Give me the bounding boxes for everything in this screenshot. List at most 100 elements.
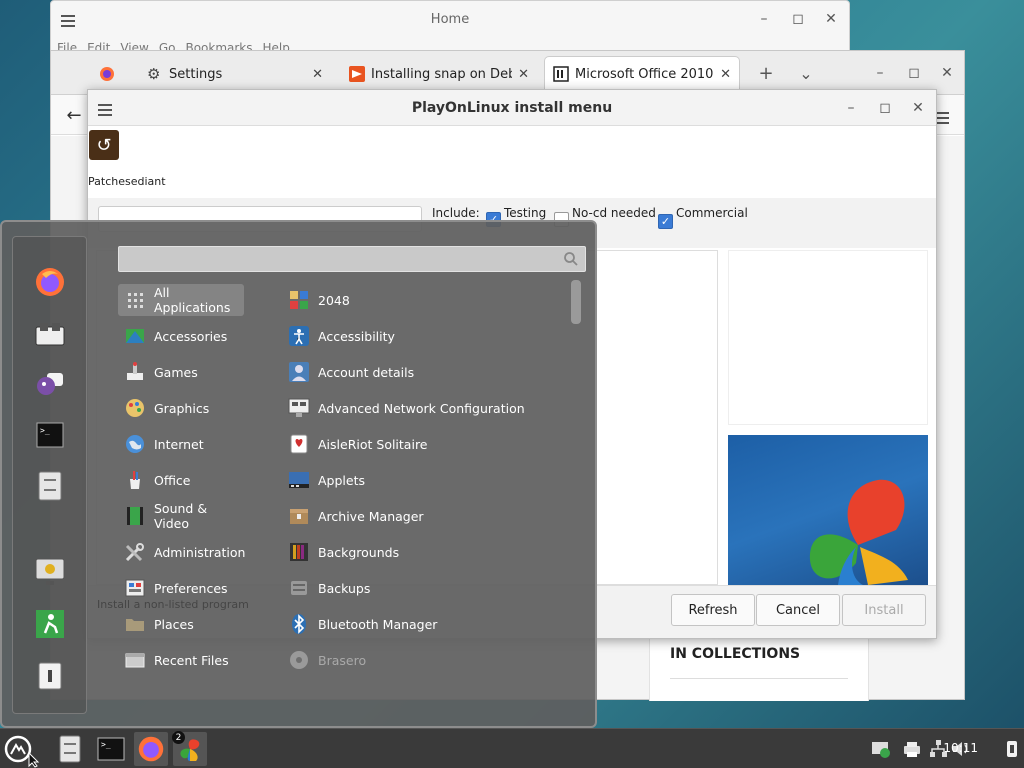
close-button[interactable]: ✕ (903, 90, 933, 126)
tools-icon (125, 543, 144, 562)
close-button[interactable]: ✕ (816, 1, 846, 37)
brasero-icon (290, 651, 308, 669)
application-menu: >_ All Applications Accessories Games Gr… (0, 220, 597, 728)
close-tab-icon[interactable]: ✕ (312, 67, 323, 82)
category-sound-video[interactable]: Sound & Video (118, 500, 244, 532)
tab-list-button[interactable]: ⌄ (791, 55, 821, 91)
cancel-button[interactable]: Cancel (756, 594, 840, 626)
patches-label: Patchesediant (88, 175, 166, 188)
software-manager-icon (35, 323, 65, 346)
accessibility-icon (289, 326, 309, 346)
app-label: 2048 (318, 292, 350, 308)
favorite-pidgin[interactable] (33, 367, 67, 401)
close-tab-icon[interactable]: ✕ (720, 67, 731, 82)
new-tab-button[interactable]: + (751, 55, 781, 91)
firefox-icon (138, 736, 164, 762)
tab-label: Installing snap on Debian (371, 66, 512, 82)
tab-snap-debian[interactable]: Installing snap on Debian ✕ (341, 57, 537, 91)
favorite-firefox[interactable] (33, 265, 67, 299)
category-graphics[interactable]: Graphics (118, 392, 244, 424)
maximize-button[interactable]: ◻ (783, 1, 813, 37)
maximize-button[interactable]: ◻ (899, 55, 929, 91)
favorite-files[interactable] (33, 469, 67, 503)
install-button[interactable]: Install (842, 594, 926, 626)
category-games[interactable]: Games (118, 356, 244, 388)
game-2048-icon (290, 291, 308, 309)
minimize-button[interactable]: – (836, 90, 866, 126)
app-accessibility[interactable]: Accessibility (288, 320, 558, 352)
clock[interactable]: 10:11 (943, 741, 978, 755)
logout-icon (36, 610, 64, 638)
svg-text:>_: >_ (40, 426, 50, 435)
category-label: Internet (154, 436, 204, 452)
app-2048[interactable]: 2048 (288, 284, 558, 316)
checkbox-checked-icon[interactable]: ✓ (658, 214, 673, 229)
preferences-icon (125, 579, 145, 597)
bluetooth-icon (292, 614, 306, 634)
dialog-titlebar[interactable]: PlayOnLinux install menu – ◻ ✕ (88, 90, 936, 126)
minimize-button[interactable]: – (749, 1, 779, 37)
program-description (728, 250, 928, 425)
category-label: Places (154, 616, 194, 632)
category-all-applications[interactable]: All Applications (118, 284, 244, 316)
category-internet[interactable]: Internet (118, 428, 244, 460)
firefox-icon (100, 67, 114, 81)
app-archive-manager[interactable]: Archive Manager (288, 500, 558, 532)
category-accessories[interactable]: Accessories (118, 320, 244, 352)
app-advanced-network-configuration[interactable]: Advanced Network Configuration (288, 392, 558, 424)
games-icon (127, 362, 143, 380)
favorite-shutdown[interactable] (33, 659, 67, 693)
app-account-details[interactable]: Account details (288, 356, 558, 388)
app-backgrounds[interactable]: Backgrounds (288, 536, 558, 568)
app-bluetooth-manager[interactable]: Bluetooth Manager (288, 608, 558, 640)
menu-search-input[interactable] (118, 246, 586, 272)
app-backups[interactable]: Backups (288, 572, 558, 604)
tab-office-2010[interactable]: Microsoft Office 2010 Pro ✕ (545, 57, 739, 91)
folder-icon (126, 619, 144, 631)
favorite-logout[interactable] (33, 607, 67, 641)
category-recent-files[interactable]: Recent Files (118, 644, 244, 676)
app-brasero[interactable]: Brasero (288, 644, 558, 676)
office-logo-image (728, 435, 928, 585)
app-aisleriot-solitaire[interactable]: AisleRiot Solitaire (288, 428, 558, 460)
scrollbar-thumb[interactable] (571, 280, 581, 324)
category-label: Office (154, 472, 191, 488)
collections-card: IN COLLECTIONS (649, 636, 869, 701)
maximize-button[interactable]: ◻ (870, 90, 900, 126)
app-label: Archive Manager (318, 508, 424, 524)
app-label: Backgrounds (318, 544, 400, 560)
checkbox-label: Commercial (676, 206, 748, 220)
accessories-icon (126, 329, 144, 343)
show-desktop-icon[interactable] (1006, 739, 1018, 759)
category-places[interactable]: Places (118, 608, 244, 640)
refresh-button[interactable]: Refresh (671, 594, 755, 626)
app-label: Advanced Network Configuration (318, 400, 525, 416)
minimize-button[interactable]: – (865, 55, 895, 91)
tab-settings[interactable]: ⚙ Settings ✕ (139, 57, 331, 91)
app-label: Bluetooth Manager (318, 616, 438, 632)
category-label: All Applications (154, 285, 231, 315)
category-office[interactable]: Office (118, 464, 244, 496)
app-applets[interactable]: Applets (288, 464, 558, 496)
taskbar-firefox[interactable] (134, 732, 168, 766)
taskbar-file-manager[interactable] (53, 732, 87, 766)
checkbox-label: No-cd needed (572, 206, 656, 220)
snap-icon (349, 66, 365, 82)
chat-bird-icon (37, 373, 63, 395)
favorite-terminal[interactable]: >_ (33, 418, 67, 452)
menu-scrollbar[interactable] (569, 280, 581, 730)
file-manager-titlebar[interactable]: Home – ◻ ✕ (51, 1, 849, 38)
favorite-software-manager[interactable] (33, 317, 67, 351)
close-button[interactable]: ✕ (932, 55, 962, 91)
back-arrow-icon[interactable]: ← (59, 97, 89, 133)
browser-menu-icon[interactable] (935, 109, 949, 127)
update-notifier-icon[interactable] (871, 739, 891, 759)
favorite-lock-screen[interactable] (33, 555, 67, 589)
category-administration[interactable]: Administration (118, 536, 245, 568)
close-tab-icon[interactable]: ✕ (518, 67, 529, 82)
tab-firefox[interactable] (91, 57, 131, 91)
commercial-checkbox[interactable]: ✓ Commercial (658, 206, 748, 229)
refresh-tool-icon[interactable]: ↺ (89, 130, 119, 160)
taskbar-terminal[interactable]: >_ (94, 732, 128, 766)
printer-icon[interactable] (902, 739, 922, 759)
